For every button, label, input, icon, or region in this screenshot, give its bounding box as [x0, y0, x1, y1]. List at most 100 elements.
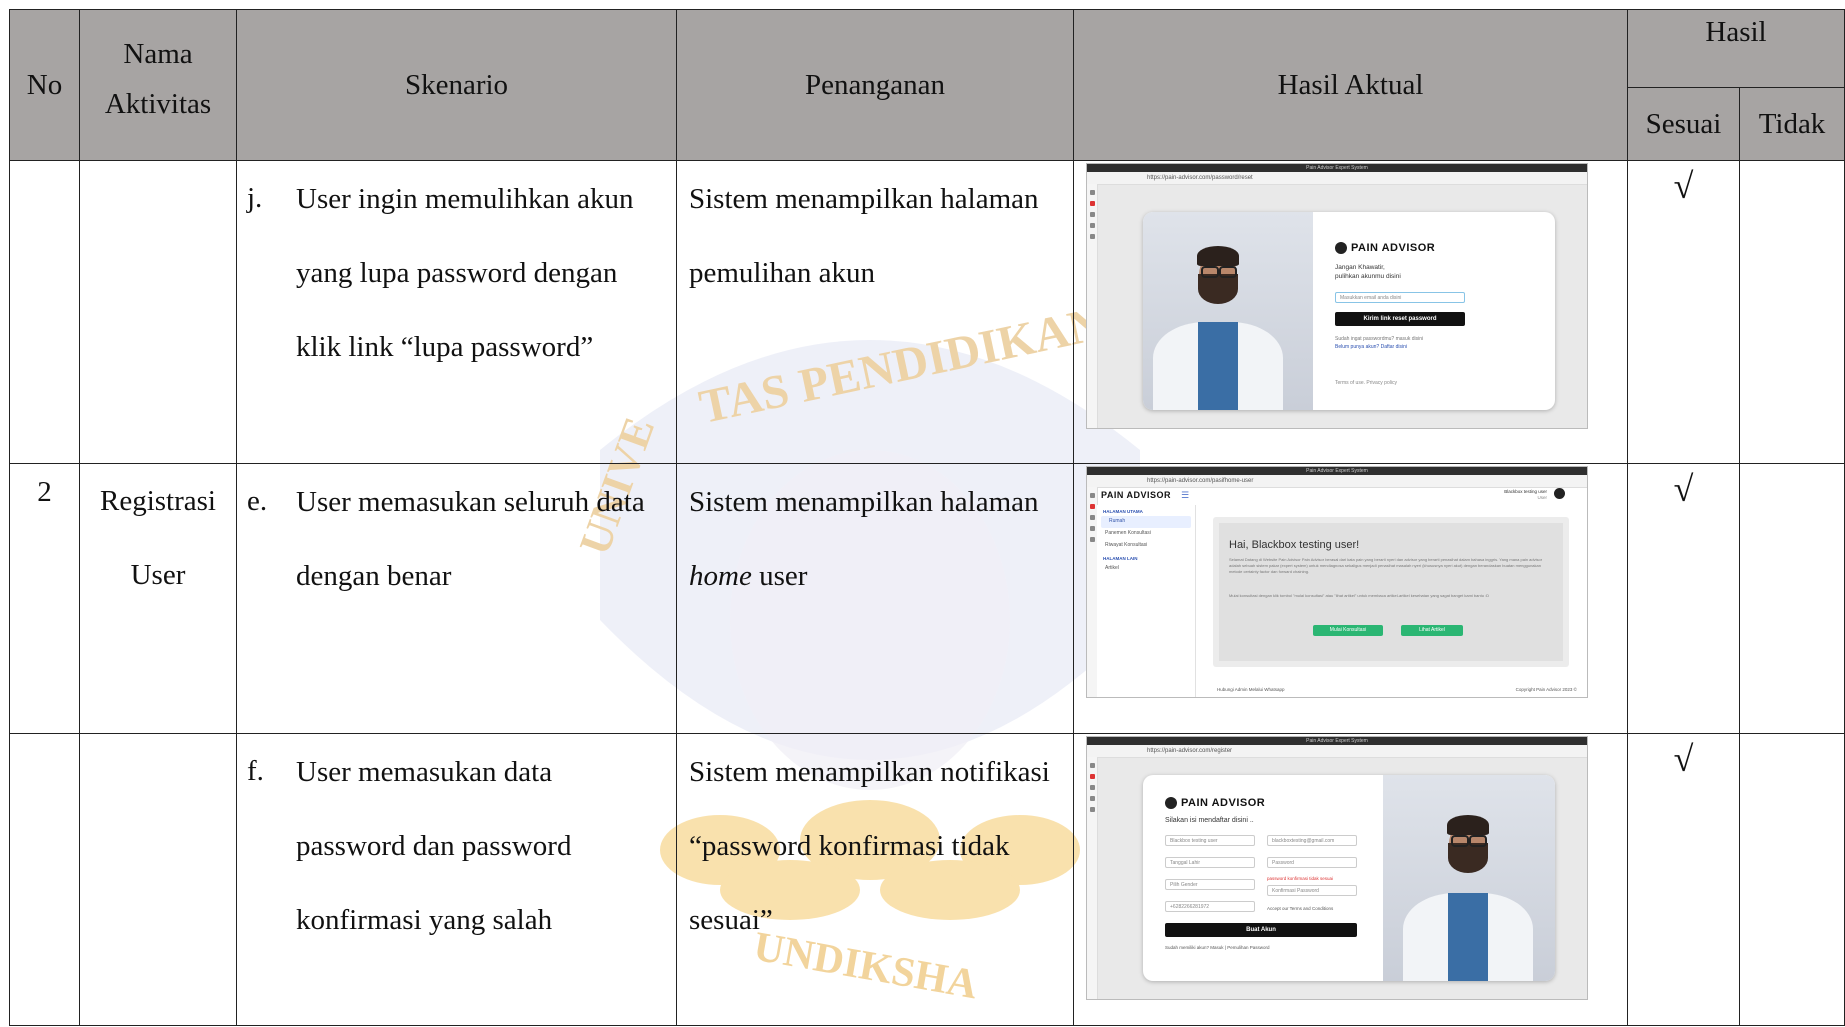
- birthdate-field[interactable]: Tanggal Lahir: [1165, 857, 1255, 868]
- row-handling: Sistem menampilkan halaman pemulihan aku…: [676, 160, 1074, 464]
- screenshot-register-error: Pain Advisor Expert System https://pain-…: [1086, 736, 1588, 1000]
- terms-link[interactable]: Terms of use. Privacy policy: [1335, 380, 1397, 386]
- create-account-button[interactable]: Buat Akun: [1165, 923, 1357, 937]
- copyright: Copyright Pain Advisor 2023 ©: [1515, 687, 1577, 692]
- nomatch-cell: [1739, 463, 1845, 734]
- password-field[interactable]: Password: [1267, 857, 1357, 868]
- nomatch-cell: [1739, 733, 1845, 1026]
- email-field[interactable]: Masukkan email anda disini: [1335, 292, 1465, 303]
- handling-text-after: user: [751, 560, 808, 592]
- browser-address-bar: https://pain-advisor.com/register: [1087, 745, 1587, 758]
- send-reset-link-button[interactable]: Kirim link reset password: [1335, 312, 1465, 326]
- handling-text: Sistem menampilkan notifikasi “password …: [689, 756, 1050, 936]
- browser-tab-title: Pain Advisor Expert System: [1306, 738, 1368, 744]
- table-row: j. User ingin memulihkan akun yang lupa …: [9, 160, 1845, 464]
- logo-icon: [1335, 242, 1347, 255]
- name-field[interactable]: Blackbox testing user: [1165, 835, 1255, 846]
- scenario-letter: e.: [247, 485, 268, 517]
- view-articles-button[interactable]: Lihat Artikel: [1401, 625, 1463, 636]
- reset-heading1: Jangan Khawatir,: [1335, 264, 1385, 271]
- row-scenario: e. User memasukan seluruh data dengan be…: [236, 463, 677, 734]
- browser-sidebar: [1087, 184, 1098, 428]
- login-recover-links[interactable]: Sudah memiliki akun? Masuk | Pemulihan P…: [1165, 945, 1269, 950]
- row-actual-result: Pain Advisor Expert System https://pain-…: [1073, 463, 1628, 734]
- row-handling: Sistem menampilkan halaman home user: [676, 463, 1074, 734]
- row-scenario: j. User ingin memulihkan akun yang lupa …: [236, 160, 677, 464]
- menu-item-articles[interactable]: Artikel: [1097, 563, 1195, 575]
- row-activity-line1: Registrasi: [100, 485, 216, 517]
- welcome-panel: Hai, Blackbox testing user! Selamat Data…: [1213, 517, 1569, 667]
- header-match: Sesuai: [1627, 87, 1740, 161]
- match-check: √: [1627, 733, 1740, 1026]
- user-name: Blackbox testing user: [1504, 489, 1547, 494]
- scenario-text: User ingin memulihkan akun yang lupa pas…: [296, 183, 634, 363]
- row-actual-result: Pain Advisor Expert System https://pain-…: [1073, 160, 1628, 464]
- screenshot-user-home: Pain Advisor Expert System https://pain-…: [1086, 466, 1588, 698]
- header-result: Hasil: [1627, 9, 1845, 88]
- handling-text: Sistem menampilkan halaman: [689, 486, 1039, 518]
- handling-text: Sistem menampilkan halaman pemulihan aku…: [689, 183, 1039, 289]
- start-consultation-button[interactable]: Mulai Konsultasi: [1313, 625, 1383, 636]
- scenario-letter: j.: [247, 182, 263, 214]
- table-row: 2 Registrasi User e. User memasukan selu…: [9, 463, 1845, 734]
- app-side-menu: HALAMAN UTAMA Rumah Panemen Konsultasi R…: [1097, 505, 1196, 697]
- scenario-text: User memasukan seluruh data dengan benar: [296, 486, 645, 592]
- confirm-password-field[interactable]: Konfirmasi Password: [1267, 885, 1357, 896]
- whatsapp-link[interactable]: Hubungi Admin Melalui Whatsapp: [1217, 687, 1285, 692]
- app-logo: PAIN ADVISOR: [1165, 797, 1266, 810]
- login-link[interactable]: Sudah ingat passwordmu? masuk disini: [1335, 336, 1423, 342]
- row-scenario: f. User memasukan data password dan pass…: [236, 733, 677, 1026]
- browser-titlebar: Pain Advisor Expert System: [1087, 737, 1587, 745]
- terms-checkbox[interactable]: Accept our Terms and Conditions: [1267, 906, 1333, 911]
- browser-address-bar: https://pain-advisor.com/password/reset: [1087, 172, 1587, 185]
- menu-item-history[interactable]: Riwayat Konsultasi: [1097, 540, 1195, 552]
- user-avatar-icon[interactable]: [1554, 488, 1565, 499]
- browser-tab-title: Pain Advisor Expert System: [1306, 165, 1368, 171]
- browser-titlebar: Pain Advisor Expert System: [1087, 164, 1587, 172]
- logo-text: PAIN ADVISOR: [1101, 490, 1172, 500]
- gender-select[interactable]: Pilih Gender: [1165, 879, 1255, 890]
- header-activity-line1: Nama: [123, 38, 193, 70]
- hamburger-icon[interactable]: ☰: [1181, 490, 1190, 500]
- row-activity-line2: User: [130, 559, 186, 591]
- row-number: [9, 160, 80, 464]
- header-scenario: Skenario: [236, 9, 677, 161]
- menu-item-home[interactable]: Rumah: [1101, 516, 1191, 528]
- header-activity-line2: Aktivitas: [104, 88, 212, 120]
- reset-card: PAIN ADVISOR Jangan Khawatir, pulihkan a…: [1143, 212, 1555, 410]
- register-heading: Silakan isi mendaftar disini ..: [1165, 817, 1254, 824]
- browser-titlebar: Pain Advisor Expert System: [1087, 467, 1587, 475]
- row-activity: [79, 733, 237, 1026]
- email-field[interactable]: blackboxtesting@gmail.com: [1267, 835, 1357, 846]
- phone-field[interactable]: +6282266281972: [1165, 901, 1255, 912]
- logo-text: PAIN ADVISOR: [1181, 797, 1266, 809]
- header-no: No: [9, 9, 80, 161]
- row-activity: Registrasi User: [79, 463, 237, 734]
- doctor-photo: [1143, 212, 1313, 410]
- scenario-text: User memasukan data password dan passwor…: [296, 756, 572, 936]
- intro-text: Selamat Datang di Website Pain Advisor P…: [1229, 557, 1543, 574]
- header-handling: Penanganan: [676, 9, 1074, 161]
- match-check: √: [1627, 160, 1740, 464]
- menu-head-main: HALAMAN UTAMA: [1103, 509, 1143, 514]
- menu-item-consultation[interactable]: Panemen Konsultasi: [1097, 528, 1195, 540]
- row-number: 2: [9, 463, 80, 734]
- row-handling: Sistem menampilkan notifikasi “password …: [676, 733, 1074, 1026]
- screenshot-reset-password: Pain Advisor Expert System https://pain-…: [1086, 163, 1588, 429]
- reset-heading2: pulihkan akunmu disini: [1335, 273, 1401, 280]
- logo-text: PAIN ADVISOR: [1351, 242, 1436, 254]
- password-error-message: password konfirmasi tidak sesuai: [1267, 876, 1334, 881]
- register-link[interactable]: Belum punya akun? Daftar disini: [1335, 344, 1407, 350]
- table-row: f. User memasukan data password dan pass…: [9, 733, 1845, 1026]
- scenario-letter: f.: [247, 755, 264, 787]
- browser-tab-title: Pain Advisor Expert System: [1306, 468, 1368, 474]
- greeting: Hai, Blackbox testing user!: [1229, 539, 1360, 551]
- row-number: [9, 733, 80, 1026]
- menu-head-other: HALAMAN LAIN: [1103, 556, 1138, 561]
- logo-icon: [1165, 797, 1177, 810]
- header-activity: Nama Aktivitas: [79, 9, 237, 161]
- register-card: PAIN ADVISOR Silakan isi mendaftar disin…: [1143, 775, 1555, 981]
- match-check: √: [1627, 463, 1740, 734]
- nomatch-cell: [1739, 160, 1845, 464]
- handling-emphasis: home: [689, 560, 752, 592]
